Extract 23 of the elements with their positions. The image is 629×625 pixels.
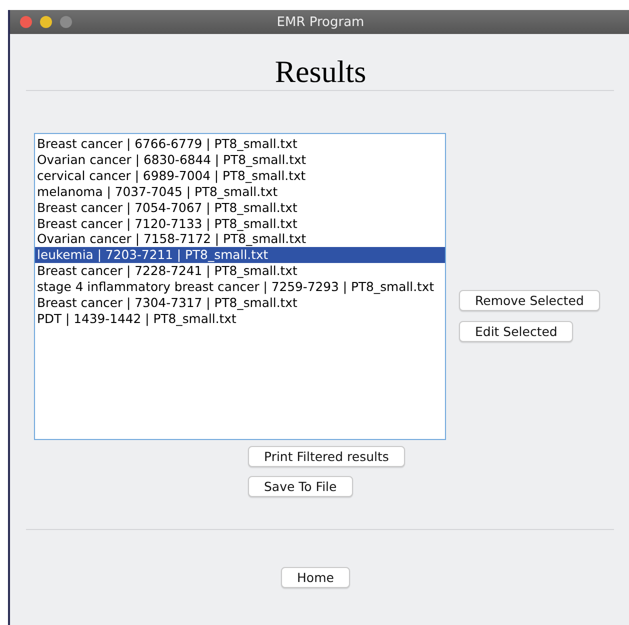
- list-item[interactable]: stage 4 inflammatory breast cancer | 7259-7293 | PT8_small.txt: [35, 279, 445, 296]
- save-button[interactable]: Save To File: [248, 476, 353, 497]
- list-item[interactable]: Ovarian cancer | 7158-7172 | PT8_small.txt: [35, 231, 445, 248]
- remove-button[interactable]: Remove Selected: [459, 290, 600, 311]
- window-title: EMR Program: [276, 14, 364, 30]
- page-heading: Results: [274, 54, 368, 90]
- home-button[interactable]: Home: [281, 567, 350, 588]
- list-item[interactable]: Breast cancer | 7120-7133 | PT8_small.txt: [35, 216, 445, 232]
- list-item[interactable]: leukemia | 7203-7211 | PT8_small.txt: [35, 247, 445, 264]
- list-item[interactable]: Breast cancer | 7054-7067 | PT8_small.txt: [35, 200, 445, 216]
- list-item[interactable]: Breast cancer | 7304-7317 | PT8_small.txt: [35, 295, 445, 311]
- close-icon[interactable]: [20, 16, 32, 28]
- list-item[interactable]: Breast cancer | 6766-6779 | PT8_small.txt: [35, 136, 445, 152]
- results-list[interactable]: [34, 133, 446, 440]
- minimize-icon[interactable]: [40, 16, 52, 28]
- edit-button[interactable]: Edit Selected: [459, 321, 574, 342]
- list-item[interactable]: Breast cancer | 7228-7241 | PT8_small.txt: [35, 263, 445, 280]
- print-button[interactable]: Print Filtered results: [248, 446, 405, 467]
- list-item[interactable]: PDT | 1439-1442 | PT8_small.txt: [35, 310, 445, 327]
- list-item[interactable]: cervical cancer | 6989-7004 | PT8_small.txt: [35, 168, 445, 184]
- list-item[interactable]: melanoma | 7037-7045 | PT8_small.txt: [35, 184, 445, 200]
- list-item[interactable]: Ovarian cancer | 6830-6844 | PT8_small.txt: [35, 152, 445, 168]
- zoom-icon[interactable]: [60, 16, 72, 28]
